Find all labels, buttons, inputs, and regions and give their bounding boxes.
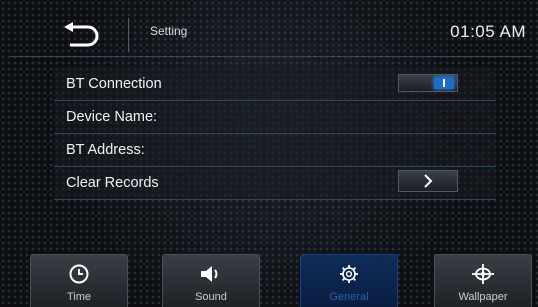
tab-label: General	[329, 291, 369, 303]
setting-label: BT Connection	[66, 76, 162, 92]
wallpaper-icon	[472, 264, 494, 284]
chevron-right-icon	[424, 174, 433, 188]
tab-label: Time	[66, 291, 92, 303]
tab-general[interactable]: General	[300, 254, 398, 307]
setting-label: Device Name:	[66, 109, 158, 125]
gear-icon	[340, 265, 358, 283]
setting-label: BT Address:	[66, 142, 145, 158]
tab-label: Sound	[195, 291, 227, 303]
screen: Setting 01:05 AM BT Connection Device Na…	[0, 0, 538, 307]
back-arrow-icon	[64, 22, 99, 47]
page-title: Setting	[150, 24, 188, 38]
header-divider	[128, 18, 129, 52]
setting-row-device-name[interactable]: Device Name:	[54, 101, 496, 134]
tab-time[interactable]: Time	[30, 254, 128, 307]
tab-sound[interactable]: Sound	[162, 254, 260, 307]
back-button[interactable]	[50, 18, 110, 52]
tab-wallpaper[interactable]: Wallpaper	[434, 254, 532, 307]
settings-list: BT Connection Device Name: BT Address: C…	[54, 68, 496, 200]
setting-label: Clear Records	[66, 175, 159, 191]
clear-records-button[interactable]	[398, 170, 458, 192]
clock-icon	[69, 264, 89, 284]
bottom-tab-bar: Time Sound General Wallpaper	[0, 252, 538, 307]
clock-display: 01:05 AM	[450, 22, 526, 41]
setting-row-bt-address: BT Address:	[54, 134, 496, 167]
toggle-knob	[434, 77, 454, 89]
speaker-icon	[201, 266, 218, 282]
header-bar: Setting 01:05 AM	[10, 12, 532, 57]
setting-row-clear-records[interactable]: Clear Records	[54, 167, 496, 200]
tab-label: Wallpaper	[458, 291, 508, 303]
setting-row-bt-connection[interactable]: BT Connection	[54, 68, 496, 101]
bt-connection-toggle[interactable]	[398, 74, 458, 92]
